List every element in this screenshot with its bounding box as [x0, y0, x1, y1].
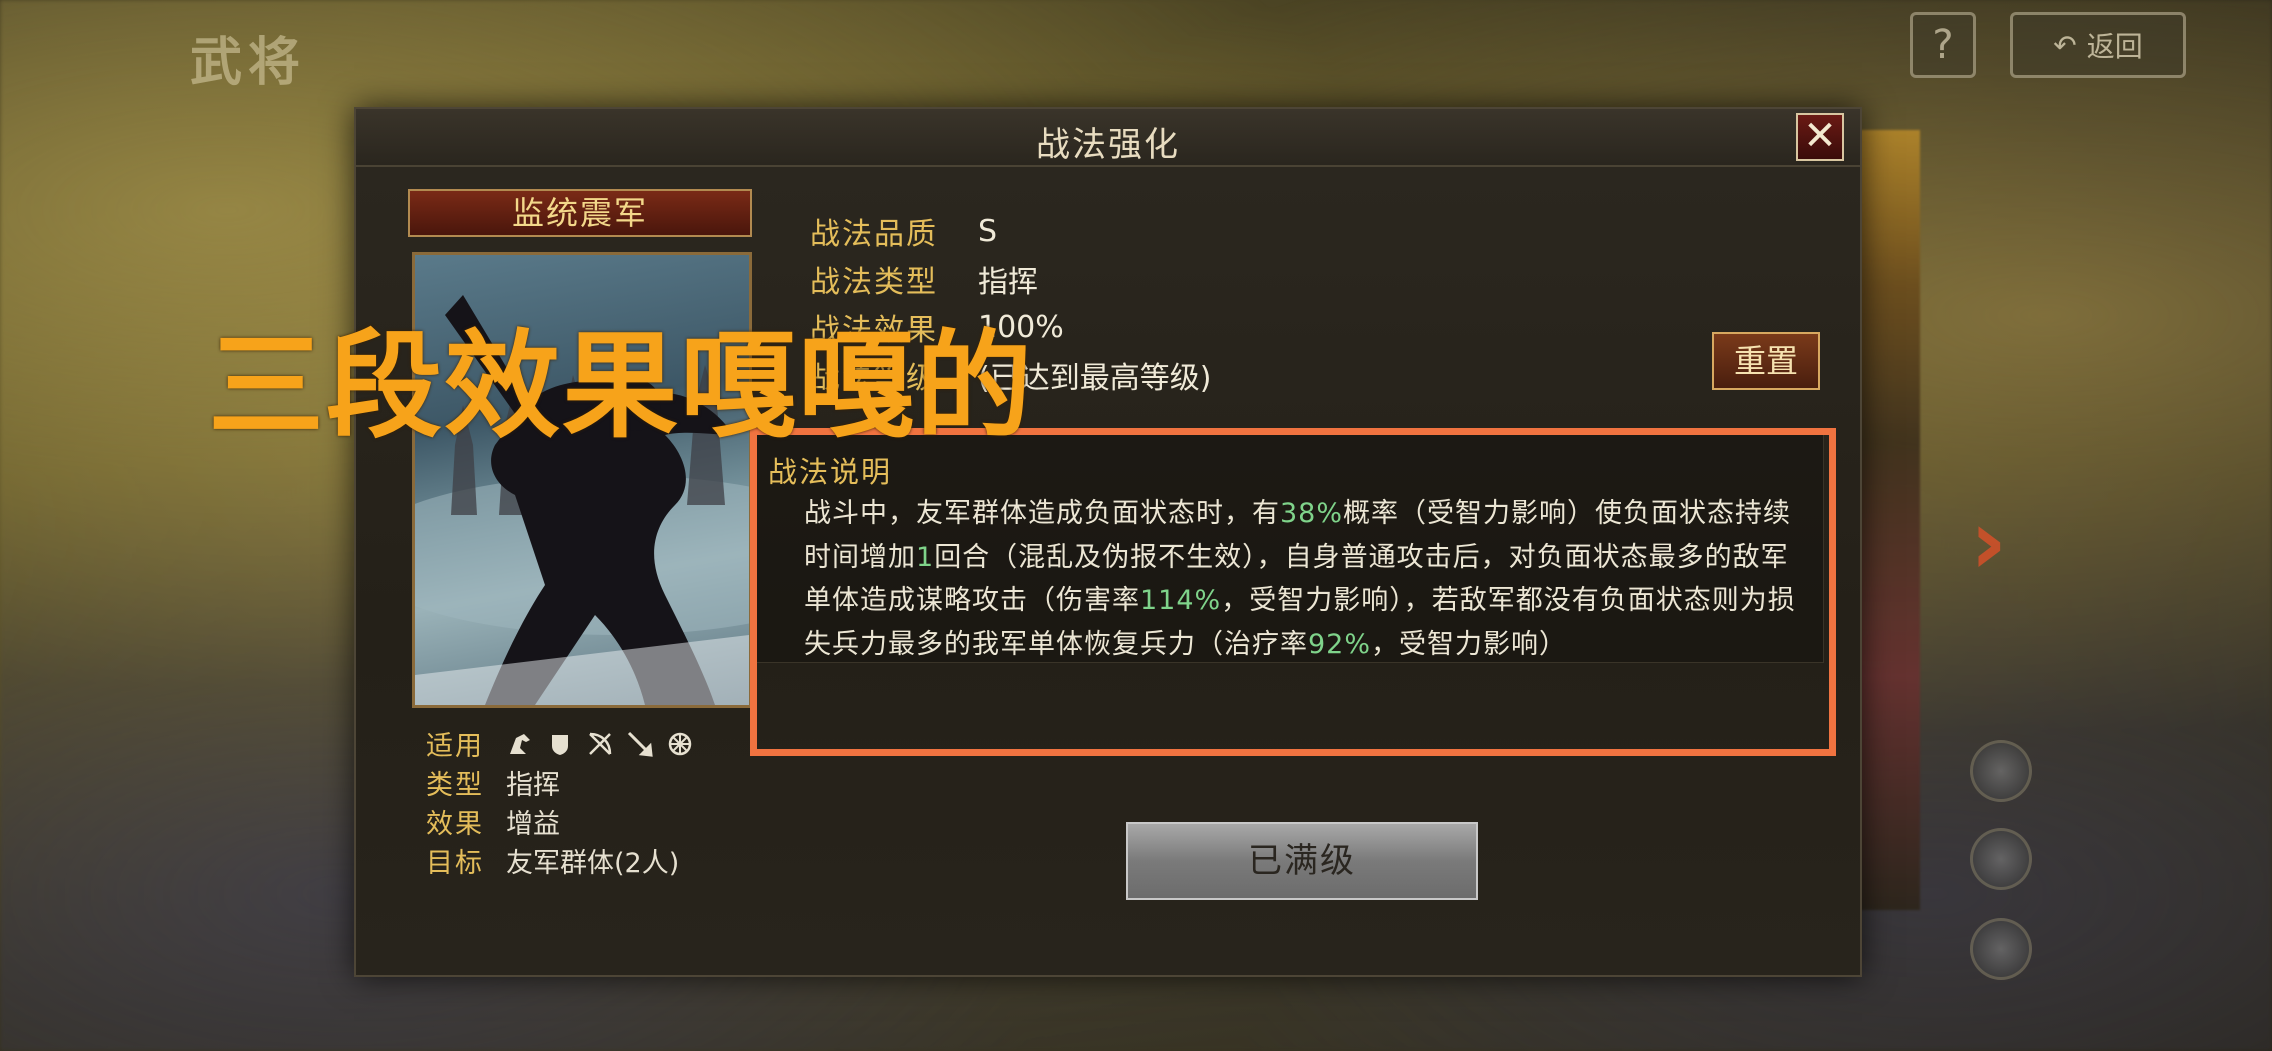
- stat-row-applicable: 适用: [426, 724, 694, 763]
- side-tab-strip: [1860, 130, 1920, 910]
- cavalry-icon: [506, 730, 534, 758]
- skill-name: 监统震军: [408, 189, 752, 237]
- side-round-button[interactable]: [1970, 918, 2032, 980]
- stat-value: 增益: [506, 809, 560, 840]
- dialog-title: 战法强化: [1036, 125, 1180, 165]
- close-button[interactable]: ✕: [1796, 113, 1844, 161]
- dialog-header: 战法强化 ✕: [356, 109, 1860, 167]
- stat-label: 适用: [426, 731, 484, 762]
- back-button[interactable]: ↶ 返回: [2010, 12, 2186, 78]
- stat-row-type: 类型 指挥: [426, 763, 694, 802]
- back-button-label: 返回: [2086, 30, 2143, 63]
- info-label: 战法品质: [810, 217, 938, 252]
- shield-icon: [546, 730, 574, 758]
- stat-value: 友军群体(2人): [506, 848, 680, 879]
- screen-title: 武将: [190, 33, 307, 93]
- stat-label: 效果: [426, 809, 484, 840]
- info-row-quality: 战法品质 S: [810, 207, 1211, 255]
- next-arrow-icon[interactable]: ›: [1970, 490, 2007, 595]
- side-round-button[interactable]: [1970, 828, 2032, 890]
- siege-icon: [666, 730, 694, 758]
- stat-row-target: 目标 友军群体(2人): [426, 841, 694, 880]
- bow-icon: [586, 730, 614, 758]
- info-value: S: [978, 213, 998, 249]
- reset-button[interactable]: 重置: [1712, 332, 1820, 390]
- annotation-highlight-box: [750, 428, 1836, 756]
- troop-icons: [506, 730, 694, 758]
- stat-label: 目标: [426, 848, 484, 879]
- stat-label: 类型: [426, 770, 484, 801]
- stat-value: 指挥: [506, 770, 560, 801]
- skill-stats: 适用 类型 指挥 效果 增益 目标 友军群体(2人): [426, 724, 694, 880]
- overlay-caption: 三段效果嘎嘎的: [208, 319, 1034, 454]
- help-button[interactable]: ?: [1910, 12, 1976, 78]
- max-level-button: 已满级: [1126, 822, 1478, 900]
- stat-row-effect: 效果 增益: [426, 802, 694, 841]
- back-arrow-icon: ↶: [2053, 28, 2077, 62]
- spear-icon: [626, 730, 654, 758]
- side-round-button[interactable]: [1970, 740, 2032, 802]
